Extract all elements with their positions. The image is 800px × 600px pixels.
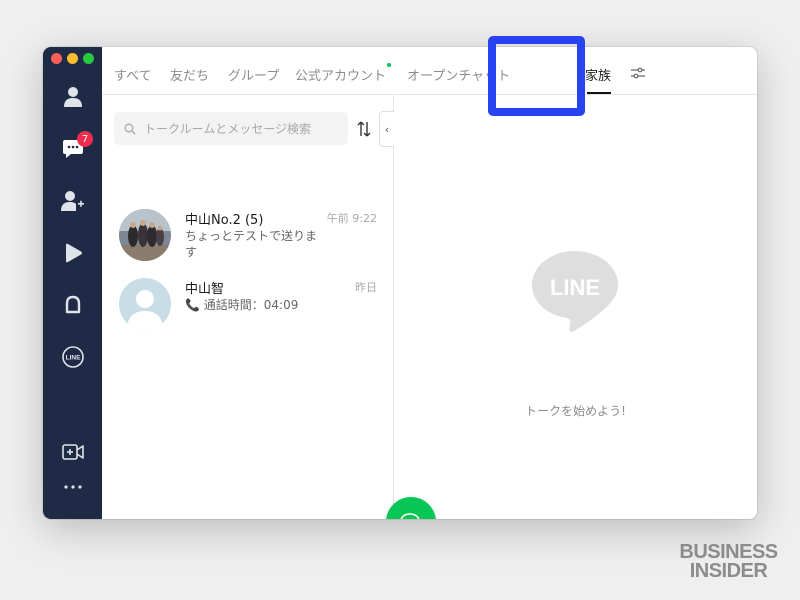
- tab-family[interactable]: 家族: [585, 65, 611, 84]
- collapse-panel-button[interactable]: ‹: [379, 111, 394, 147]
- group-avatar: [119, 209, 171, 261]
- filter-settings-icon[interactable]: [630, 66, 646, 80]
- chat-last-message: 📞 通話時間：04:09: [185, 298, 299, 312]
- sort-icon[interactable]: [356, 120, 372, 138]
- empty-state-text: トークを始めよう!: [525, 404, 626, 418]
- tab-openchat[interactable]: オープンチャット: [407, 65, 510, 84]
- unread-badge: 7: [77, 131, 93, 147]
- sidebar-item-voom[interactable]: [43, 237, 102, 269]
- active-tab-indicator: [587, 92, 611, 94]
- tab-groups[interactable]: グループ: [228, 65, 279, 84]
- chat-filter-tabs: すべて 友だち グループ 公式アカウント オープンチャット 家族: [102, 47, 757, 95]
- line-service-icon: LINE: [61, 346, 84, 368]
- sidebar-item-video-call[interactable]: [43, 436, 102, 468]
- video-call-icon: [61, 444, 84, 460]
- sidebar: 7 LINE: [43, 47, 102, 519]
- line-logo: LINE: [532, 251, 618, 333]
- sidebar-item-more[interactable]: [43, 471, 102, 503]
- chat-list-item[interactable]: 中山No.2 (5) ちょっとテストで送ります 午前 9:22: [102, 201, 394, 269]
- watermark-line-2: INSIDER: [689, 560, 768, 582]
- sidebar-item-add-friend[interactable]: [43, 185, 102, 217]
- sidebar-item-friends[interactable]: [43, 81, 102, 113]
- chat-list-item[interactable]: 中山智 📞 通話時間：04:09 昨日: [102, 270, 394, 338]
- chevron-left-icon: ‹: [384, 122, 390, 136]
- minimize-window-button[interactable]: [67, 53, 78, 64]
- line-app-window: 7 LINE すべて 友だち グループ 公式アカウント オープンチャット 家族 …: [43, 47, 757, 519]
- watermark-logo: BUSINESS INSIDER: [676, 542, 781, 582]
- sidebar-item-line-services[interactable]: LINE: [43, 341, 102, 373]
- tab-official-accounts[interactable]: 公式アカウント: [295, 65, 386, 84]
- close-window-button[interactable]: [51, 53, 62, 64]
- tab-all[interactable]: すべて: [114, 65, 152, 84]
- more-icon: [63, 485, 82, 489]
- default-avatar: [119, 278, 171, 330]
- search-icon: [124, 123, 136, 134]
- maximize-window-button[interactable]: [83, 53, 94, 64]
- sidebar-item-chats[interactable]: 7: [43, 131, 102, 165]
- search-placeholder: トークルームとメッセージ検索: [144, 122, 312, 136]
- openchat-icon: [65, 295, 80, 314]
- sidebar-item-openchat[interactable]: [43, 289, 102, 321]
- chat-name: 中山No.2 (5): [185, 213, 264, 228]
- window-controls: [51, 53, 94, 64]
- friends-icon: [63, 87, 82, 107]
- tab-friends[interactable]: 友だち: [170, 65, 209, 84]
- line-service-label: LINE: [65, 355, 80, 362]
- chat-name: 中山智: [185, 282, 225, 297]
- chat-detail-pane: LINE トークを始めよう!: [394, 95, 757, 519]
- chat-timestamp: 午前 9:22: [326, 212, 377, 225]
- chat-timestamp: 昨日: [355, 281, 377, 294]
- new-indicator-dot: [387, 63, 391, 67]
- search-input[interactable]: トークルームとメッセージ検索: [114, 112, 348, 145]
- line-logo-text: LINE: [550, 275, 600, 300]
- add-friend-icon: [60, 191, 84, 211]
- chat-list-pane: トークルームとメッセージ検索 ‹ 中山No.2 (5) ちょっとテストで送ります…: [102, 95, 436, 519]
- chat-last-message: ちょっとテストで送ります: [185, 229, 318, 259]
- voom-icon: [65, 243, 82, 263]
